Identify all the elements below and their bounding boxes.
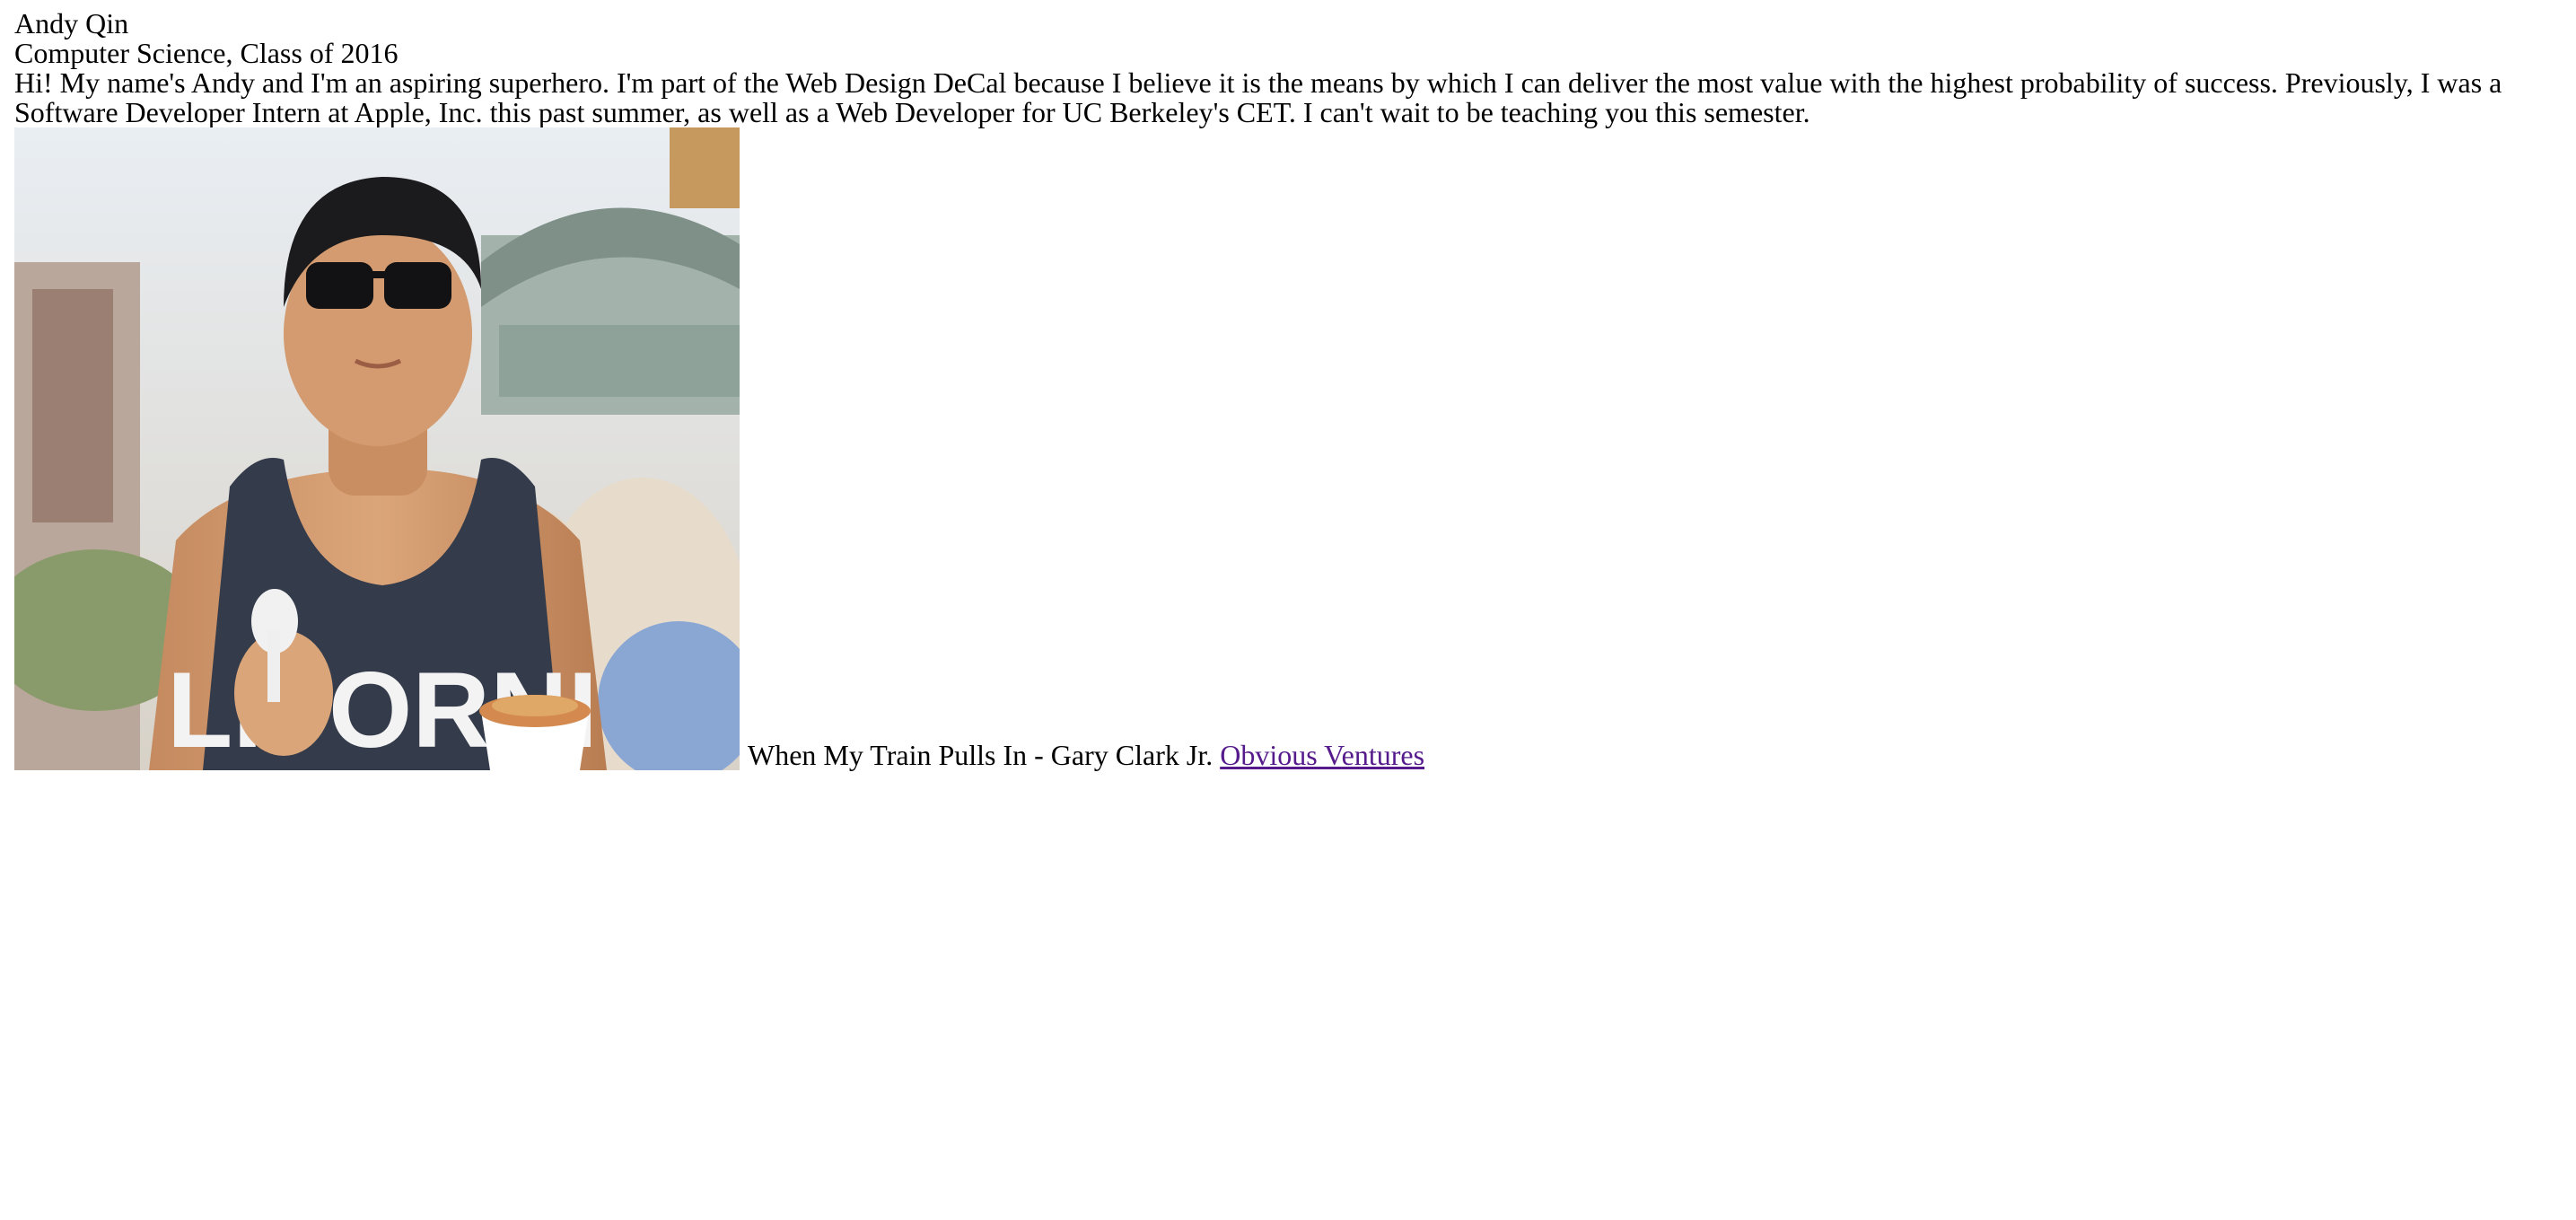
profile-major: Computer Science, Class of 2016 <box>14 37 399 69</box>
profile-page: Andy Qin Computer Science, Class of 2016… <box>14 9 2562 770</box>
profile-name: Andy Qin <box>14 7 129 39</box>
profile-photo: LIFORNI <box>14 127 740 770</box>
profile-bio: Hi! My name's Andy and I'm an aspiring s… <box>14 66 2502 128</box>
obvious-ventures-link[interactable]: Obvious Ventures <box>1220 739 1424 771</box>
media-row: LIFORNI When My Train Pulls In - Gary Cl… <box>14 127 2562 770</box>
song-credit: When My Train Pulls In - Gary Clark Jr. … <box>748 739 1424 771</box>
song-title: When My Train Pulls In - Gary Clark Jr. <box>748 739 1214 771</box>
